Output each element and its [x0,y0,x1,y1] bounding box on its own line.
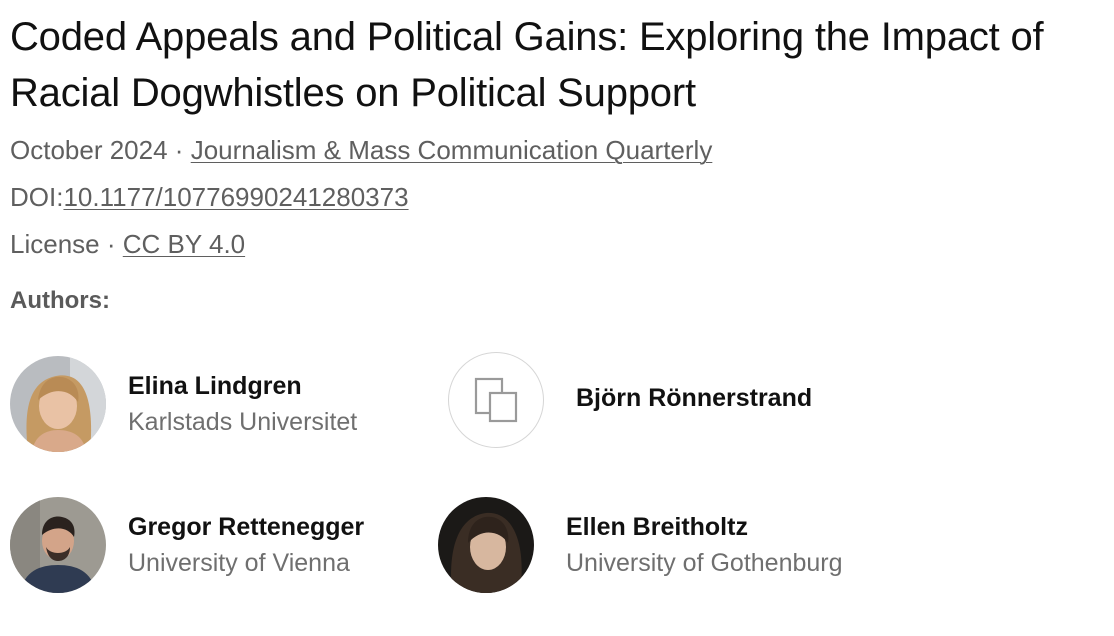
author-avatar[interactable] [10,497,106,593]
author-affiliation: University of Vienna [128,549,350,577]
doi-line: DOI:10.1177/10776990241280373 [10,181,409,213]
publication-title: Coded Appeals and Political Gains: Explo… [10,15,1044,115]
journal-link[interactable]: Journalism & Mass Communication Quarterl… [191,135,713,165]
author-name[interactable]: Ellen Breitholtz [566,511,748,543]
authors-heading: Authors: [10,287,110,314]
author-avatar[interactable] [438,497,534,593]
author-name[interactable]: Björn Rönnerstrand [576,382,812,414]
doi-link[interactable]: 10.1177/10776990241280373 [63,182,408,212]
publication-date-line: October 2024 · Journalism & Mass Communi… [10,134,712,166]
publication-date: October 2024 [10,135,168,165]
doi-label: DOI: [10,182,64,212]
author-name[interactable]: Elina Lindgren [128,370,302,402]
profile-placeholder-icon[interactable] [448,352,544,448]
license-label: License [10,229,100,259]
separator: · [106,229,116,259]
license-link[interactable]: CC BY 4.0 [123,229,245,259]
author-avatar[interactable] [10,356,106,452]
author-affiliation: University of Gothenburg [566,549,843,577]
license-line: License · CC BY 4.0 [10,228,245,260]
author-name[interactable]: Gregor Rettenegger [128,511,364,543]
author-affiliation: Karlstads Universitet [128,408,358,436]
separator: · [174,135,184,165]
